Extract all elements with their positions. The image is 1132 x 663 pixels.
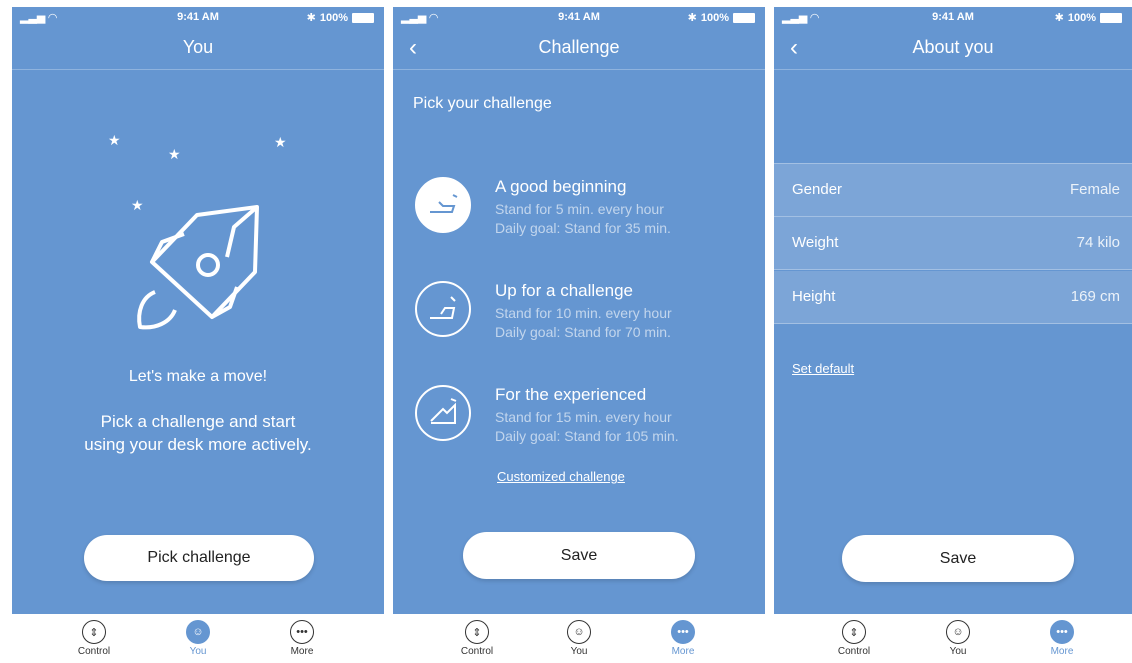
motivation-body-line2: using your desk more actively. xyxy=(84,435,312,454)
row-label: Weight xyxy=(792,234,839,251)
row-value: 74 kilo xyxy=(1076,234,1120,251)
nav-bar: ‹ Challenge xyxy=(393,27,765,70)
page-title: Challenge xyxy=(538,37,620,57)
battery-indicator: ✱ 100% xyxy=(1055,11,1122,24)
svg-text:★: ★ xyxy=(168,146,181,162)
row-label: Gender xyxy=(792,181,843,198)
bluetooth-icon: ✱ xyxy=(1054,12,1064,24)
tab-more[interactable]: ••• More xyxy=(643,620,723,657)
svg-text:★: ★ xyxy=(274,134,287,150)
customized-challenge-link[interactable]: Customized challenge xyxy=(497,469,625,484)
stars-icon: ★ ★ ★ ★ xyxy=(108,132,287,213)
page-title: About you xyxy=(912,37,994,57)
row-value: 169 cm xyxy=(1070,288,1120,305)
bluetooth-icon: ✱ xyxy=(687,12,697,24)
status-bar: ▂▃▅ ◠ 9:41 AM ✱ 100% xyxy=(393,7,765,27)
more-icon: ••• xyxy=(290,620,314,644)
tab-you-label: You xyxy=(570,646,588,657)
challenge-option-experienced[interactable]: For the experienced Stand for 15 min. ev… xyxy=(415,385,755,455)
challenge-title: For the experienced xyxy=(495,385,647,404)
row-label: Height xyxy=(792,288,836,305)
tab-control-label: Control xyxy=(837,646,871,657)
nav-bar: You xyxy=(12,27,384,70)
desk-mid-icon xyxy=(415,281,471,337)
battery-icon xyxy=(733,12,755,23)
save-button[interactable]: Save xyxy=(463,532,695,579)
phone-challenge-screen: ▂▃▅ ◠ 9:41 AM ✱ 100% ‹ Challenge Pick yo… xyxy=(393,7,765,663)
challenge-title: Up for a challenge xyxy=(495,281,633,300)
control-icon: ⇕ xyxy=(842,620,866,644)
phone-about-you-screen: ▂▃▅ ◠ 9:41 AM ✱ 100% ‹ About you Gender … xyxy=(774,7,1132,663)
battery-indicator: ✱ 100% xyxy=(688,11,755,24)
nav-bar: ‹ About you xyxy=(774,27,1132,70)
tab-more[interactable]: ••• More xyxy=(1022,620,1102,657)
tab-you-label: You xyxy=(949,646,967,657)
desk-high-icon xyxy=(415,385,471,441)
user-icon: ☺ xyxy=(567,620,591,644)
battery-icon xyxy=(1100,12,1122,23)
gender-row[interactable]: Gender Female xyxy=(774,163,1132,217)
challenge-detail: Stand for 15 min. every hour xyxy=(495,409,672,425)
control-icon: ⇕ xyxy=(465,620,489,644)
tab-control-label: Control xyxy=(77,646,111,657)
tab-bar: ⇕ Control ☺ You ••• More xyxy=(393,614,765,663)
challenge-goal: Daily goal: Stand for 35 min. xyxy=(495,220,671,236)
challenge-detail: Stand for 5 min. every hour xyxy=(495,201,664,217)
battery-percent: 100% xyxy=(700,11,729,24)
tab-more-label: More xyxy=(290,646,314,657)
battery-percent: 100% xyxy=(319,11,348,24)
weight-row[interactable]: Weight 74 kilo xyxy=(774,217,1132,270)
set-default-link[interactable]: Set default xyxy=(792,361,854,376)
more-icon: ••• xyxy=(671,620,695,644)
status-bar: ▂▃▅ ◠ 9:41 AM ✱ 100% xyxy=(12,7,384,27)
phone-you-screen: ▂▃▅ ◠ 9:41 AM ✱ 100% You ★ ★ ★ ★ Let's m… xyxy=(12,7,384,663)
challenge-goal: Daily goal: Stand for 105 min. xyxy=(495,428,679,444)
more-icon: ••• xyxy=(1050,620,1074,644)
challenge-screen: ▂▃▅ ◠ 9:41 AM ✱ 100% ‹ Challenge Pick yo… xyxy=(393,7,765,614)
tab-you[interactable]: ☺ You xyxy=(918,620,998,657)
tab-more-label: More xyxy=(1050,646,1074,657)
user-icon: ☺ xyxy=(186,620,210,644)
you-screen: ▂▃▅ ◠ 9:41 AM ✱ 100% You ★ ★ ★ ★ Let's m… xyxy=(12,7,384,614)
tab-you-label: You xyxy=(189,646,207,657)
page-title: You xyxy=(182,37,214,57)
status-bar: ▂▃▅ ◠ 9:41 AM ✱ 100% xyxy=(774,7,1132,27)
battery-icon xyxy=(352,12,374,23)
tab-more[interactable]: ••• More xyxy=(262,620,342,657)
height-row[interactable]: Height 169 cm xyxy=(774,271,1132,324)
bluetooth-icon: ✱ xyxy=(306,12,316,24)
tab-bar: ⇕ Control ☺ You ••• More xyxy=(774,614,1132,663)
tab-you[interactable]: ☺ You xyxy=(158,620,238,657)
tab-you[interactable]: ☺ You xyxy=(539,620,619,657)
row-value: Female xyxy=(1069,181,1120,198)
rocket-illustration-icon: ★ ★ ★ ★ xyxy=(108,132,287,330)
challenge-title: A good beginning xyxy=(495,177,627,196)
pick-challenge-button[interactable]: Pick challenge xyxy=(84,535,314,581)
challenge-option-up-for-challenge[interactable]: Up for a challenge Stand for 10 min. eve… xyxy=(415,281,755,351)
battery-indicator: ✱ 100% xyxy=(307,11,374,24)
challenge-detail: Stand for 10 min. every hour xyxy=(495,305,672,321)
challenge-option-good-beginning[interactable]: A good beginning Stand for 5 min. every … xyxy=(415,177,755,247)
tab-control[interactable]: ⇕ Control xyxy=(54,620,134,657)
user-icon: ☺ xyxy=(946,620,970,644)
save-button[interactable]: Save xyxy=(842,535,1074,582)
svg-text:★: ★ xyxy=(131,197,144,213)
about-you-screen: ▂▃▅ ◠ 9:41 AM ✱ 100% ‹ About you Gender … xyxy=(774,7,1132,614)
motivation-headline: Let's make a move! xyxy=(128,368,268,385)
svg-text:★: ★ xyxy=(108,132,121,148)
tab-control[interactable]: ⇕ Control xyxy=(437,620,517,657)
tab-control[interactable]: ⇕ Control xyxy=(814,620,894,657)
battery-percent: 100% xyxy=(1067,11,1096,24)
control-icon: ⇕ xyxy=(82,620,106,644)
desk-low-icon xyxy=(415,177,471,233)
tab-more-label: More xyxy=(671,646,695,657)
motivation-body-line1: Pick a challenge and start xyxy=(100,412,296,431)
tab-bar: ⇕ Control ☺ You ••• More xyxy=(12,614,384,663)
tab-control-label: Control xyxy=(460,646,494,657)
challenge-goal: Daily goal: Stand for 70 min. xyxy=(495,324,671,340)
section-heading: Pick your challenge xyxy=(413,95,552,112)
